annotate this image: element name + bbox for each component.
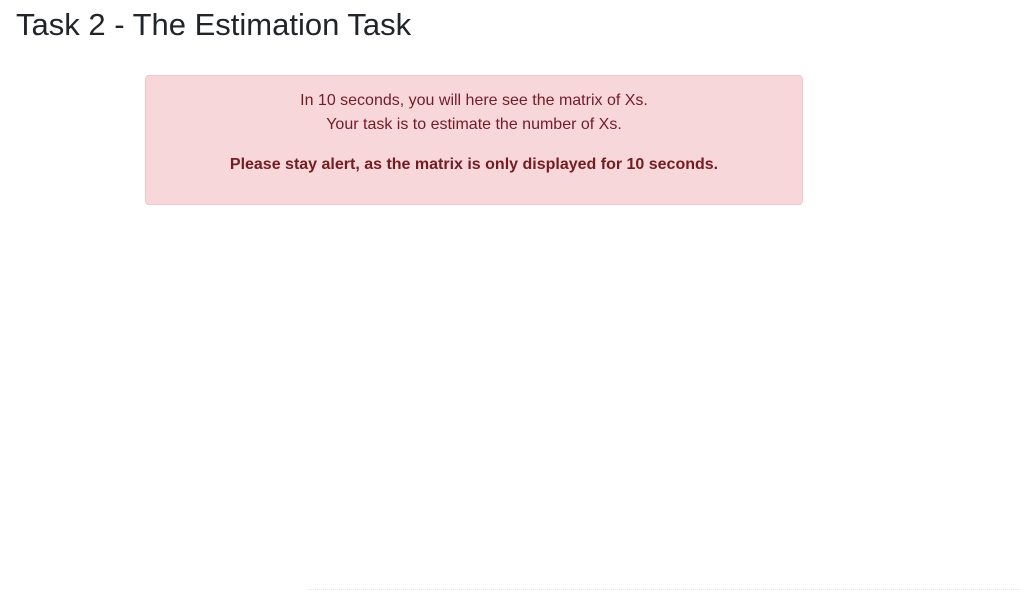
page: Task 2 - The Estimation Task In 10 secon… (0, 0, 1020, 592)
alert-warning-text: Please stay alert, as the matrix is only… (229, 156, 719, 173)
alert-task-text: Your task is to estimate the number of X… (326, 116, 622, 133)
info-alert: In 10 seconds, you will here see the mat… (145, 75, 803, 205)
bottom-divider (308, 589, 1020, 590)
page-title: Task 2 - The Estimation Task (16, 7, 412, 42)
alert-countdown-text: In 10 seconds, you will here see the mat… (300, 92, 648, 109)
